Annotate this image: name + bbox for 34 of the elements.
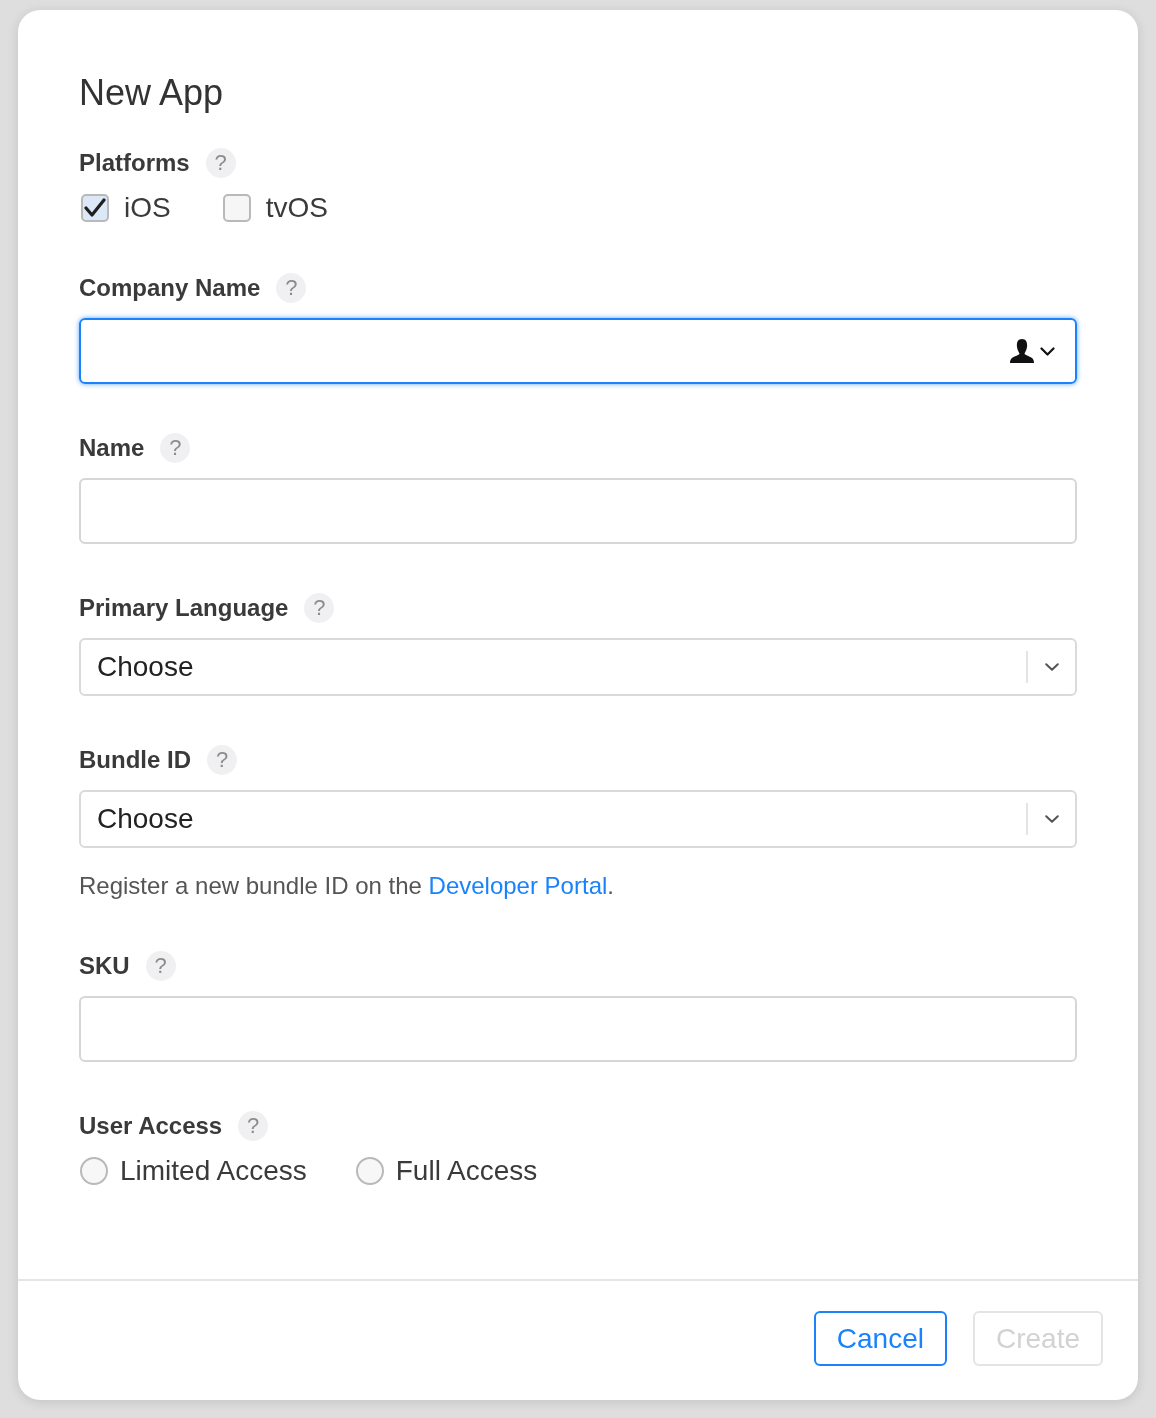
checkbox[interactable] — [81, 194, 109, 222]
radio-button[interactable] — [355, 1157, 384, 1185]
field-label: Company Name — [79, 273, 261, 303]
help-button[interactable]: ? — [304, 593, 335, 623]
checkbox-label[interactable]: iOS — [124, 192, 171, 224]
checkbox-label[interactable]: tvOS — [265, 192, 328, 224]
help-button[interactable]: ? — [205, 148, 236, 178]
radio-label[interactable]: Full Access — [395, 1155, 538, 1187]
help-button[interactable]: ? — [276, 273, 307, 303]
helper-text: Register a new bundle ID on the Developer Portal. — [79, 871, 614, 901]
developer-portal-link[interactable]: Developer Portal — [428, 872, 608, 899]
help-button[interactable]: ? — [160, 433, 191, 463]
dialog-button[interactable]: Cancel — [813, 1311, 947, 1366]
checkbox[interactable] — [222, 194, 251, 222]
caret-icon[interactable] — [1040, 346, 1055, 356]
help-button[interactable]: ? — [145, 951, 176, 981]
dialog-title: New App — [79, 71, 224, 115]
radio-button[interactable] — [80, 1157, 108, 1185]
dropdown[interactable]: Choose — [79, 790, 1077, 848]
dropdown[interactable]: Choose — [79, 638, 1077, 696]
person-icon[interactable] — [1009, 338, 1035, 364]
help-button[interactable]: ? — [207, 745, 237, 775]
field-label: Platforms — [79, 148, 190, 178]
help-button[interactable]: ? — [238, 1111, 269, 1141]
radio-label[interactable]: Limited Access — [120, 1155, 307, 1187]
input-field[interactable] — [79, 318, 1077, 384]
checkmark-icon — [84, 198, 106, 218]
field-label: SKU — [79, 951, 130, 981]
chevron-down-icon — [1044, 663, 1059, 671]
field-label: Bundle ID — [79, 745, 191, 775]
chevron-down-icon — [1044, 815, 1059, 823]
field-label: Name — [79, 433, 145, 463]
field-label: User Access — [79, 1111, 223, 1141]
field-label: Primary Language — [79, 593, 289, 623]
